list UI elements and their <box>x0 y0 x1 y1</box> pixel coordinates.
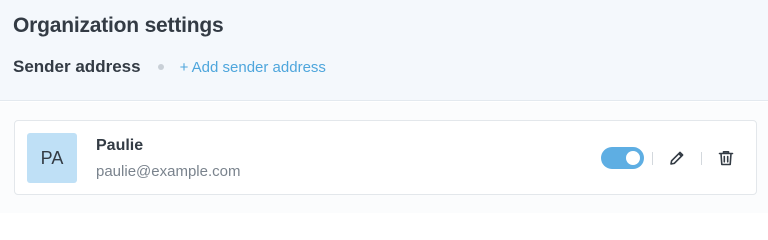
separator-dot <box>157 64 164 70</box>
delete-button[interactable] <box>716 148 736 168</box>
section-row: Sender address + Add sender address <box>13 56 326 78</box>
sender-card: PA Paulie paulie@example.com <box>14 120 757 195</box>
sender-email: paulie@example.com <box>96 163 241 180</box>
trash-icon <box>718 151 734 166</box>
sender-name: Paulie <box>96 137 144 154</box>
edit-button[interactable] <box>667 148 687 168</box>
settings-header: Organization settings Sender address + A… <box>0 0 768 101</box>
action-divider <box>701 151 702 165</box>
sender-actions <box>601 146 736 170</box>
avatar: PA <box>27 133 77 183</box>
toggle-knob <box>626 151 640 165</box>
section-label: Sender address <box>13 57 141 76</box>
add-sender-address-link[interactable]: + Add sender address <box>180 59 326 76</box>
pencil-icon <box>670 151 684 165</box>
action-divider <box>652 151 653 165</box>
sender-enabled-toggle[interactable] <box>601 147 644 169</box>
page-title: Organization settings <box>13 14 224 37</box>
